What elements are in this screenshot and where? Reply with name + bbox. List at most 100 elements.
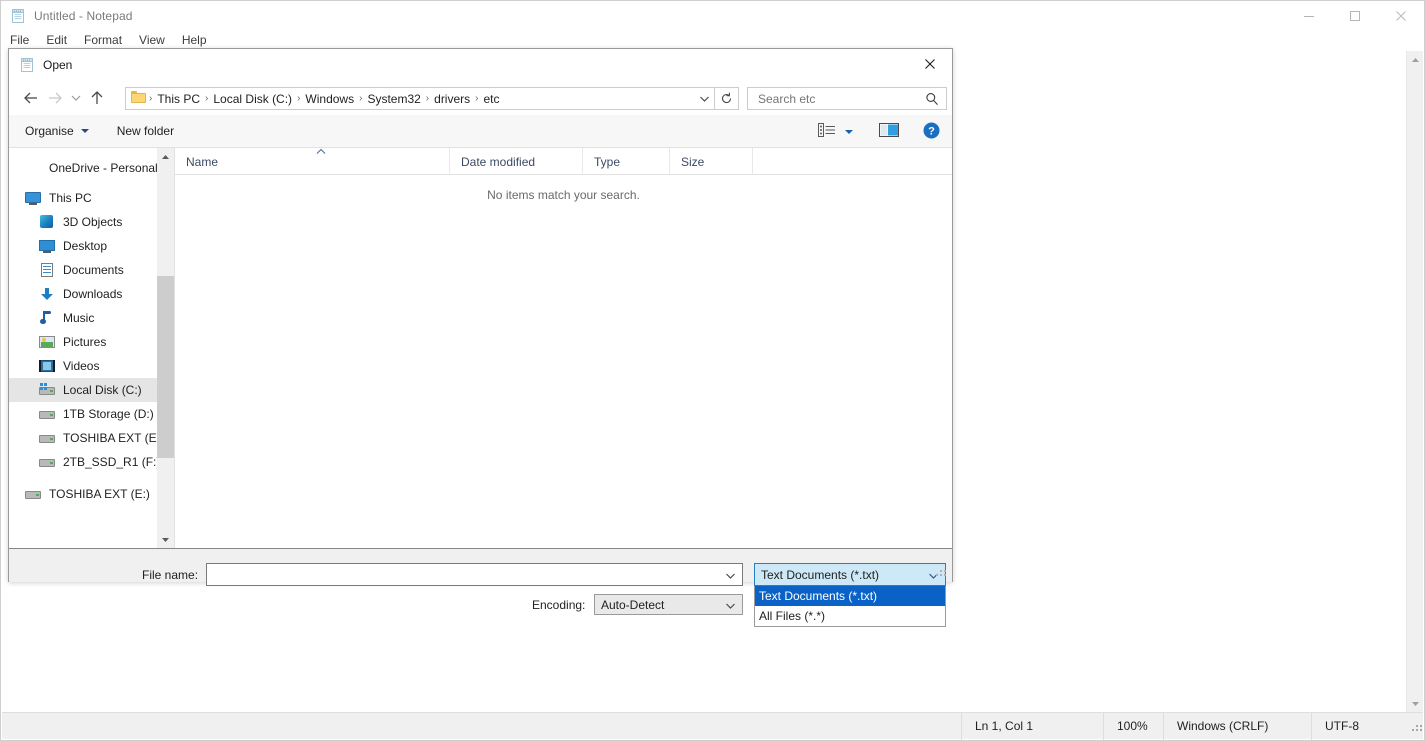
breadcrumb-drivers[interactable]: drivers [430, 92, 474, 106]
breadcrumb-this-pc[interactable]: This PC [153, 92, 204, 106]
pictures-icon [39, 334, 56, 350]
search-icon[interactable] [925, 92, 939, 109]
up-arrow-icon[interactable] [85, 86, 109, 110]
search-input[interactable] [756, 89, 921, 108]
recent-locations-icon[interactable] [67, 86, 85, 110]
back-arrow-icon[interactable] [19, 86, 43, 110]
refresh-icon[interactable] [715, 87, 739, 110]
column-header-name[interactable]: Name [175, 148, 450, 175]
sidebar-item-1tb-storage-d[interactable]: 1TB Storage (D:) [9, 402, 174, 426]
3d-objects-icon [39, 214, 56, 230]
scrollbar-thumb[interactable] [157, 276, 174, 458]
sidebar-item-label: 3D Objects [63, 215, 123, 229]
scroll-up-icon[interactable] [157, 148, 174, 165]
encoding-combo[interactable]: Auto-Detect [594, 594, 743, 615]
column-headers: Name Date modified Type Size [175, 148, 952, 175]
dialog-toolbar: Organise New folder ? [9, 115, 952, 148]
help-icon[interactable]: ? [923, 122, 940, 142]
chevron-down-icon[interactable] [699, 92, 710, 106]
breadcrumb-system32[interactable]: System32 [363, 92, 424, 106]
sidebar-vertical-scrollbar[interactable] [157, 148, 174, 548]
view-options-button[interactable] [818, 123, 853, 140]
chevron-down-icon[interactable] [725, 569, 736, 583]
documents-icon [39, 262, 56, 278]
folder-icon [131, 91, 146, 106]
column-header-type[interactable]: Type [583, 148, 670, 175]
file-list-view[interactable]: Name Date modified Type Size No items ma… [174, 148, 952, 548]
breadcrumb-windows[interactable]: Windows [301, 92, 358, 106]
dialog-body: OneDrive - Personal This PC 3D Objects D… [9, 148, 952, 548]
breadcrumb-etc[interactable]: etc [480, 92, 504, 106]
sidebar-item-label: Local Disk (C:) [63, 383, 142, 397]
encoding-label: Encoding: [532, 598, 586, 612]
sidebar-item-label: Downloads [63, 287, 123, 301]
sidebar-item-label: Documents [63, 263, 124, 277]
maximize-icon[interactable] [1332, 1, 1378, 30]
encoding-value: Auto-Detect [601, 597, 665, 612]
resize-grip-icon[interactable] [936, 566, 948, 578]
close-icon[interactable] [907, 49, 952, 79]
this-pc-icon [25, 190, 42, 206]
sidebar-item-label: TOSHIBA EXT (E:) [63, 431, 164, 445]
organise-label: Organise [25, 124, 74, 138]
file-name-label: File name: [142, 568, 199, 582]
file-name-combo[interactable] [206, 563, 743, 586]
sidebar-item-videos[interactable]: Videos [9, 354, 174, 378]
sidebar-item-toshiba-ext-e-root[interactable]: TOSHIBA EXT (E:) [9, 482, 174, 506]
dialog-title: Open [43, 58, 73, 72]
column-header-size[interactable]: Size [670, 148, 753, 175]
new-folder-button[interactable]: New folder [117, 124, 174, 138]
notepad-statusbar: Ln 1, Col 1 100% Windows (CRLF) UTF-8 [2, 712, 1423, 740]
sidebar-item-toshiba-ext-e[interactable]: TOSHIBA EXT (E:) [9, 426, 174, 450]
address-bar[interactable]: › This PC › Local Disk (C:) › Windows › … [125, 87, 715, 110]
navigation-sidebar[interactable]: OneDrive - Personal This PC 3D Objects D… [9, 148, 174, 548]
chevron-down-icon[interactable] [725, 599, 736, 613]
sidebar-item-music[interactable]: Music [9, 306, 174, 330]
scroll-down-icon[interactable] [1407, 695, 1424, 712]
column-header-date-modified[interactable]: Date modified [450, 148, 583, 175]
forward-arrow-icon [43, 86, 67, 110]
status-encoding: UTF-8 [1311, 712, 1409, 740]
scroll-up-icon[interactable] [1407, 51, 1424, 68]
sidebar-item-onedrive[interactable]: OneDrive - Personal [9, 156, 174, 180]
file-type-dropdown-list[interactable]: Text Documents (*.txt) All Files (*.*) [754, 586, 946, 627]
minimize-icon[interactable] [1286, 1, 1332, 30]
sidebar-item-3d-objects[interactable]: 3D Objects [9, 210, 174, 234]
sidebar-item-local-disk-c[interactable]: Local Disk (C:) [9, 378, 174, 402]
editor-vertical-scrollbar[interactable] [1406, 51, 1423, 712]
status-cursor-position: Ln 1, Col 1 [961, 712, 1103, 740]
local-disk-icon [39, 382, 56, 398]
videos-icon [39, 358, 56, 374]
status-zoom-level: 100% [1103, 712, 1163, 740]
scroll-down-icon[interactable] [157, 531, 174, 548]
sidebar-item-label: Music [63, 311, 95, 325]
sidebar-item-pictures[interactable]: Pictures [9, 330, 174, 354]
file-type-option-all-files[interactable]: All Files (*.*) [755, 606, 945, 626]
svg-text:?: ? [928, 125, 935, 137]
notepad-icon [19, 57, 35, 73]
sidebar-item-documents[interactable]: Documents [9, 258, 174, 282]
organise-button[interactable]: Organise [25, 124, 89, 138]
search-box[interactable] [747, 87, 947, 110]
sidebar-item-this-pc[interactable]: This PC [9, 186, 174, 210]
dialog-navigation-row: › This PC › Local Disk (C:) › Windows › … [9, 81, 952, 115]
sidebar-item-downloads[interactable]: Downloads [9, 282, 174, 306]
desktop-icon [39, 238, 56, 254]
sidebar-item-2tb-ssd-r1-f[interactable]: 2TB_SSD_R1 (F:) [9, 450, 174, 474]
sidebar-item-label: Videos [63, 359, 100, 373]
file-type-combo[interactable]: Text Documents (*.txt) [754, 563, 946, 586]
window-controls [1286, 1, 1424, 30]
breadcrumb-local-disk[interactable]: Local Disk (C:) [209, 92, 296, 106]
file-type-option-text-documents[interactable]: Text Documents (*.txt) [755, 586, 945, 606]
sidebar-item-desktop[interactable]: Desktop [9, 234, 174, 258]
preview-pane-button[interactable] [879, 122, 899, 141]
close-icon[interactable] [1378, 1, 1424, 30]
resize-grip-icon[interactable] [1409, 713, 1423, 740]
drive-icon [39, 430, 56, 446]
sidebar-item-label: Pictures [63, 335, 107, 349]
file-name-input[interactable] [211, 565, 721, 584]
status-line-ending: Windows (CRLF) [1163, 712, 1311, 740]
sidebar-item-label: 1TB Storage (D:) [63, 407, 154, 421]
sidebar-item-label: This PC [49, 191, 92, 205]
onedrive-icon [25, 160, 42, 176]
